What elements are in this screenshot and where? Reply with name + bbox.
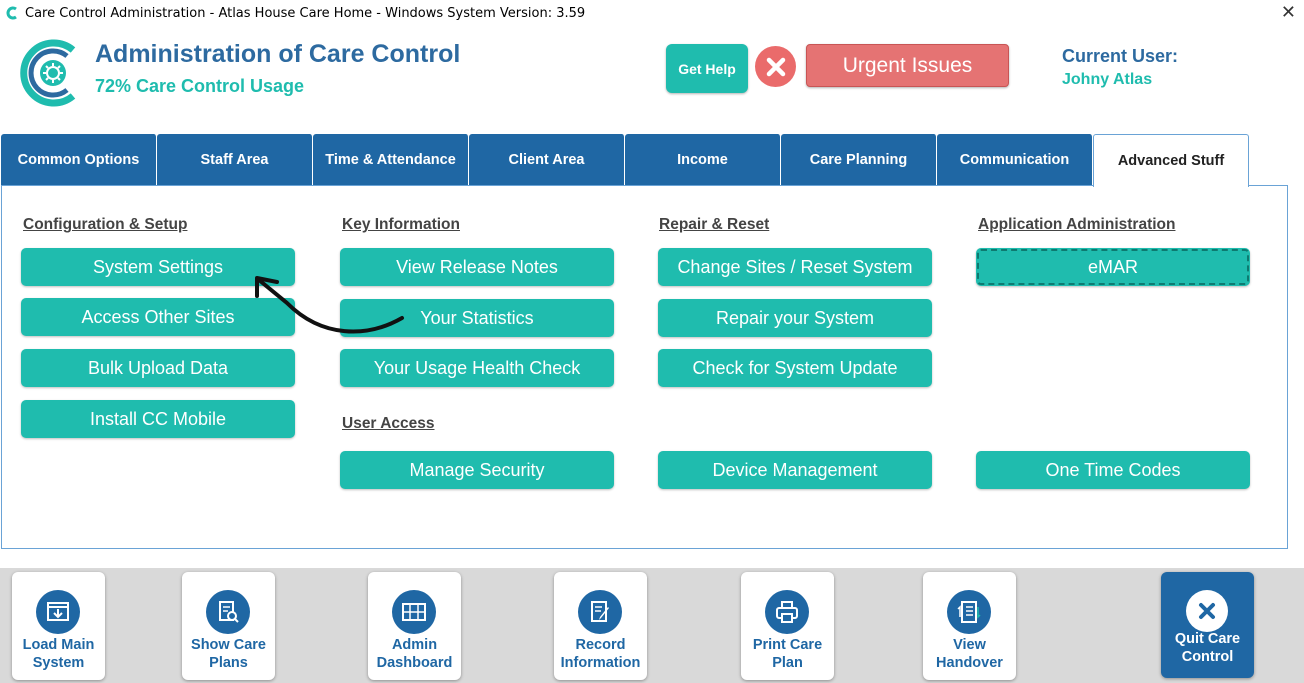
current-user-name: Johny Atlas (1062, 71, 1153, 88)
tab-staff-area[interactable]: Staff Area (157, 134, 313, 186)
title-bar: Care Control Administration - Atlas Hous… (0, 0, 1304, 26)
check-system-update-button[interactable]: Check for System Update (658, 349, 932, 387)
tab-advanced-stuff[interactable]: Advanced Stuff (1093, 134, 1249, 187)
header: Administration of Care Control 72% Care … (0, 26, 1304, 130)
usage-health-check-button[interactable]: Your Usage Health Check (340, 349, 614, 387)
dashboard-grid-icon (392, 590, 436, 634)
bulk-upload-data-button[interactable]: Bulk Upload Data (21, 349, 295, 387)
tab-communication[interactable]: Communication (937, 134, 1093, 186)
tile-label-line2: Dashboard (376, 655, 453, 671)
section-title-repair-reset: Repair & Reset (659, 216, 770, 233)
manage-security-button[interactable]: Manage Security (340, 451, 614, 489)
annotation-arrow (255, 276, 404, 334)
tab-client-area[interactable]: Client Area (469, 134, 625, 186)
tile-label-line2: System (32, 655, 85, 671)
tile-label-line1: Quit Care (1174, 631, 1241, 647)
device-management-button[interactable]: Device Management (658, 451, 932, 489)
tile-label-line1: Show Care (191, 637, 266, 653)
tile-label-line1: View (953, 637, 986, 653)
get-help-button[interactable]: Get Help (666, 44, 748, 93)
tab-strip: Common Options Staff Area Time & Attenda… (1, 134, 1249, 187)
care-control-logo (20, 39, 76, 107)
print-care-plan-button[interactable]: Print Care Plan (741, 572, 834, 680)
download-window-icon (36, 590, 80, 634)
section-title-application-administration: Application Administration (978, 216, 1176, 233)
tab-income[interactable]: Income (625, 134, 781, 186)
tab-common-options[interactable]: Common Options (1, 134, 157, 186)
tile-label-line1: Load Main (22, 637, 95, 653)
section-title-configuration: Configuration & Setup (23, 216, 188, 233)
advanced-stuff-panel: Configuration & Setup System Settings Ac… (1, 185, 1288, 549)
tile-label-line2: Information (560, 655, 641, 671)
window-close-icon[interactable]: ✕ (1281, 2, 1296, 23)
checklist-icon (947, 590, 991, 634)
load-main-system-button[interactable]: Load Main System (12, 572, 105, 680)
section-title-user-access: User Access (342, 415, 435, 432)
show-care-plans-button[interactable]: Show Care Plans (182, 572, 275, 680)
tile-label-line2: Plan (772, 655, 803, 671)
view-handover-button[interactable]: View Handover (923, 572, 1016, 680)
page-title: Administration of Care Control (95, 40, 461, 68)
section-title-key-information: Key Information (342, 216, 460, 233)
admin-dashboard-button[interactable]: Admin Dashboard (368, 572, 461, 680)
printer-icon (765, 590, 809, 634)
app-logo-icon (6, 6, 17, 20)
emar-button[interactable]: eMAR (976, 248, 1250, 286)
current-user-label: Current User: (1062, 46, 1179, 66)
window-title: Care Control Administration - Atlas Hous… (25, 5, 586, 21)
usage-indicator: 72% Care Control Usage (95, 76, 305, 96)
document-search-icon (206, 590, 250, 634)
record-information-button[interactable]: Record Information (554, 572, 647, 680)
urgent-issues-button[interactable]: Urgent Issues (806, 44, 1009, 87)
one-time-codes-button[interactable]: One Time Codes (976, 451, 1250, 489)
edit-document-icon (578, 590, 622, 634)
tab-time-attendance[interactable]: Time & Attendance (313, 134, 469, 186)
tile-label-line2: Handover (936, 655, 1003, 671)
change-sites-reset-button[interactable]: Change Sites / Reset System (658, 248, 932, 286)
tile-label-line2: Plans (209, 655, 248, 671)
tile-label-line1: Print Care (752, 637, 823, 653)
close-circle-icon (1186, 590, 1228, 632)
bottom-toolbar: Load Main System Show Care Plans Admin Dash… (0, 568, 1304, 683)
tile-label-line2: Control (1181, 649, 1234, 665)
tab-care-planning[interactable]: Care Planning (781, 134, 937, 186)
dismiss-icon[interactable] (755, 46, 796, 87)
tile-label-line1: Admin (391, 637, 438, 653)
quit-care-control-button[interactable]: Quit Care Control (1161, 572, 1254, 678)
tile-label-line1: Record (575, 637, 626, 653)
repair-system-button[interactable]: Repair your System (658, 299, 932, 337)
install-cc-mobile-button[interactable]: Install CC Mobile (21, 400, 295, 438)
